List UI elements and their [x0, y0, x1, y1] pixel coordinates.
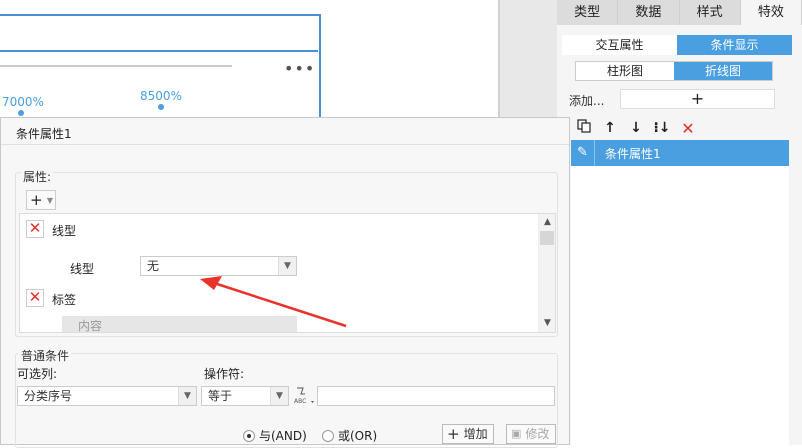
chevron-down-icon[interactable]: ▼	[270, 387, 288, 405]
condition-list: ✎ 条件属性1	[571, 140, 789, 445]
radio-and[interactable]: 与(AND)	[243, 427, 307, 444]
chart-title-area[interactable]	[0, 14, 318, 52]
condition-toolbar: ↑ ↓ ⁝↓ ✕	[571, 117, 791, 139]
add-label: 添加...	[569, 94, 605, 108]
svg-text:ABC: ABC	[294, 398, 306, 405]
plus-icon: +	[447, 425, 460, 443]
arrow-down-icon[interactable]: ↓	[623, 120, 649, 136]
add-condition-button[interactable]: + 增加	[442, 424, 494, 444]
attribute-name: 线型	[52, 224, 77, 238]
tab-effects[interactable]: 特效	[740, 0, 802, 25]
tab-interaction-properties[interactable]: 交互属性	[562, 35, 677, 55]
modify-condition-button[interactable]: ▣ 修改	[506, 424, 556, 444]
attribute-scrollbar[interactable]: ▲ ▼	[538, 214, 555, 332]
radio-or-circle[interactable]	[322, 429, 334, 442]
effects-subtabs: 交互属性 条件显示	[562, 35, 792, 55]
linetype-select[interactable]: 无 ▼	[140, 256, 297, 276]
operator-value: 等于	[208, 389, 233, 403]
sort-down-icon[interactable]: ⁝↓	[649, 120, 675, 136]
formula-abc-icon[interactable]: ABC	[293, 386, 315, 406]
dialog-title: 条件属性1	[16, 127, 72, 141]
condition-value-input[interactable]	[317, 386, 555, 406]
modify-button-label: 修改	[525, 427, 550, 441]
list-item-label: 条件属性1	[605, 146, 661, 161]
radio-and-circle[interactable]	[243, 429, 255, 442]
scroll-up-icon[interactable]: ▲	[539, 214, 555, 231]
chart-gridline	[0, 65, 232, 67]
add-button-label: 增加	[463, 427, 488, 441]
list-item[interactable]: ✎ 条件属性1	[571, 140, 789, 166]
label-content-select[interactable]: 内容	[62, 316, 297, 333]
chevron-down-icon: ▼	[46, 196, 53, 205]
linetype-field-label: 线型	[70, 262, 95, 276]
tab-style[interactable]: 样式	[680, 0, 741, 25]
tab-bar-chart[interactable]: 柱形图	[576, 62, 674, 80]
chart-point	[18, 110, 24, 116]
condition-dialog: 条件属性1 属性: + ▼ ✕ 线型 线型 无 ▼ ✕ 标签 内容 ▲ ▼ 普通…	[0, 117, 570, 448]
attribute-list: ✕ 线型 线型 无 ▼ ✕ 标签 内容 ▲ ▼	[19, 213, 556, 333]
optional-column-value: 分类序号	[24, 389, 73, 403]
add-condition-button[interactable]: +	[620, 89, 775, 109]
remove-attribute-icon[interactable]: ✕	[26, 220, 44, 238]
delete-icon[interactable]: ✕	[675, 119, 701, 138]
more-icon[interactable]: •••	[284, 61, 315, 77]
attributes-label: 属性:	[21, 168, 54, 185]
property-panel: 类型 数据 样式 特效 交互属性 条件显示 柱形图 折线图 添加... + ↑ …	[557, 0, 802, 445]
chart-point	[158, 104, 164, 110]
operator-select[interactable]: 等于 ▼	[201, 386, 289, 406]
scroll-thumb[interactable]	[540, 231, 554, 245]
remove-attribute-icon[interactable]: ✕	[26, 289, 44, 307]
radio-and-label: 与(AND)	[259, 429, 307, 443]
chevron-down-icon[interactable]: ▼	[178, 387, 196, 405]
tab-conditional-display[interactable]: 条件显示	[677, 35, 792, 55]
tab-data[interactable]: 数据	[618, 0, 680, 25]
panel-tabs: 类型 数据 样式 特效	[557, 0, 802, 25]
label-content-value: 内容	[78, 319, 103, 333]
chart-data-label: 8500%	[140, 89, 182, 103]
common-conditions-label: 普通条件	[19, 347, 72, 364]
copy-icon[interactable]	[571, 119, 597, 137]
radio-or-label: 或(OR)	[338, 429, 378, 443]
plus-icon: +	[30, 191, 43, 209]
optional-column-select[interactable]: 分类序号 ▼	[17, 386, 197, 406]
dialog-title-divider	[1, 144, 569, 145]
radio-or[interactable]: 或(OR)	[322, 427, 377, 444]
scroll-down-icon[interactable]: ▼	[539, 315, 555, 332]
chart-data-label: 7000%	[2, 95, 44, 109]
tab-type[interactable]: 类型	[557, 0, 619, 25]
operator-label: 操作符:	[204, 367, 245, 381]
attribute-name: 标签	[52, 293, 77, 307]
edit-pencil-icon[interactable]: ✎	[571, 140, 595, 166]
arrow-up-icon[interactable]: ↑	[597, 120, 623, 136]
add-attribute-button[interactable]: + ▼	[26, 190, 56, 210]
chevron-down-icon[interactable]: ▼	[278, 257, 296, 275]
edit-icon: ▣	[511, 427, 522, 440]
tab-line-chart[interactable]: 折线图	[674, 62, 772, 80]
chart-type-tabs: 柱形图 折线图	[575, 61, 773, 81]
linetype-value: 无	[147, 259, 160, 273]
optional-column-label: 可选列:	[17, 367, 58, 381]
